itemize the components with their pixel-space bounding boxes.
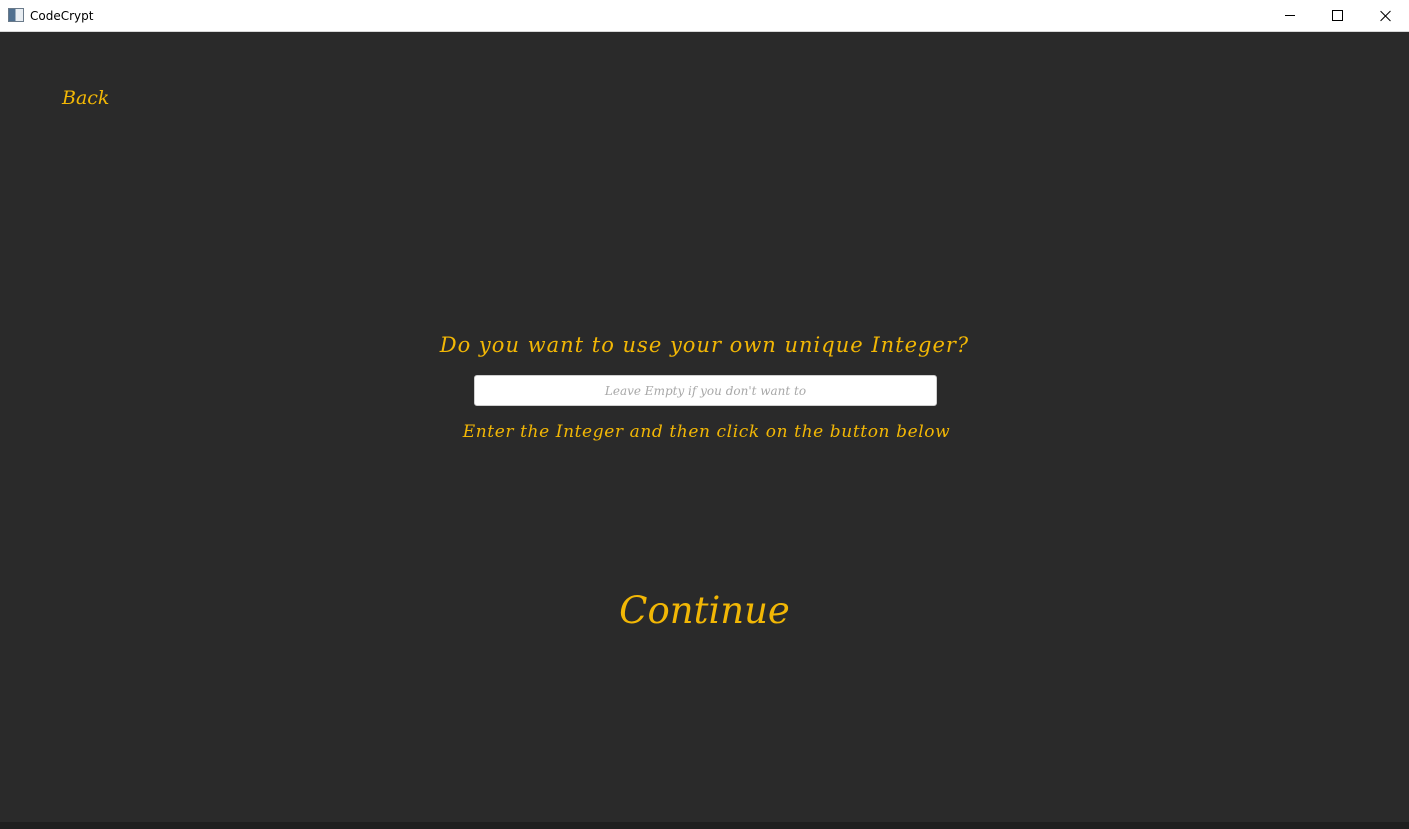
window-title: CodeCrypt: [30, 9, 94, 23]
app-window: CodeCrypt Back Do you want to use your o…: [0, 0, 1409, 829]
minimize-button[interactable]: [1267, 0, 1313, 31]
integer-question: Do you want to use your own unique Integ…: [439, 333, 970, 357]
main-content: Back Do you want to use your own unique …: [0, 32, 1409, 822]
continue-button[interactable]: Continue: [0, 587, 1409, 635]
title-bar[interactable]: CodeCrypt: [0, 0, 1409, 32]
minimize-icon: [1285, 15, 1295, 16]
back-link[interactable]: Back: [62, 87, 109, 109]
maximize-icon: [1331, 10, 1343, 21]
close-button[interactable]: [1363, 0, 1409, 31]
instruction-text: Enter the Integer and then click on the …: [462, 422, 951, 442]
app-icon: [8, 8, 24, 22]
integer-input[interactable]: [474, 375, 937, 406]
close-icon: [1380, 10, 1392, 22]
maximize-button[interactable]: [1314, 0, 1360, 31]
window-bottom-edge: [0, 822, 1409, 829]
